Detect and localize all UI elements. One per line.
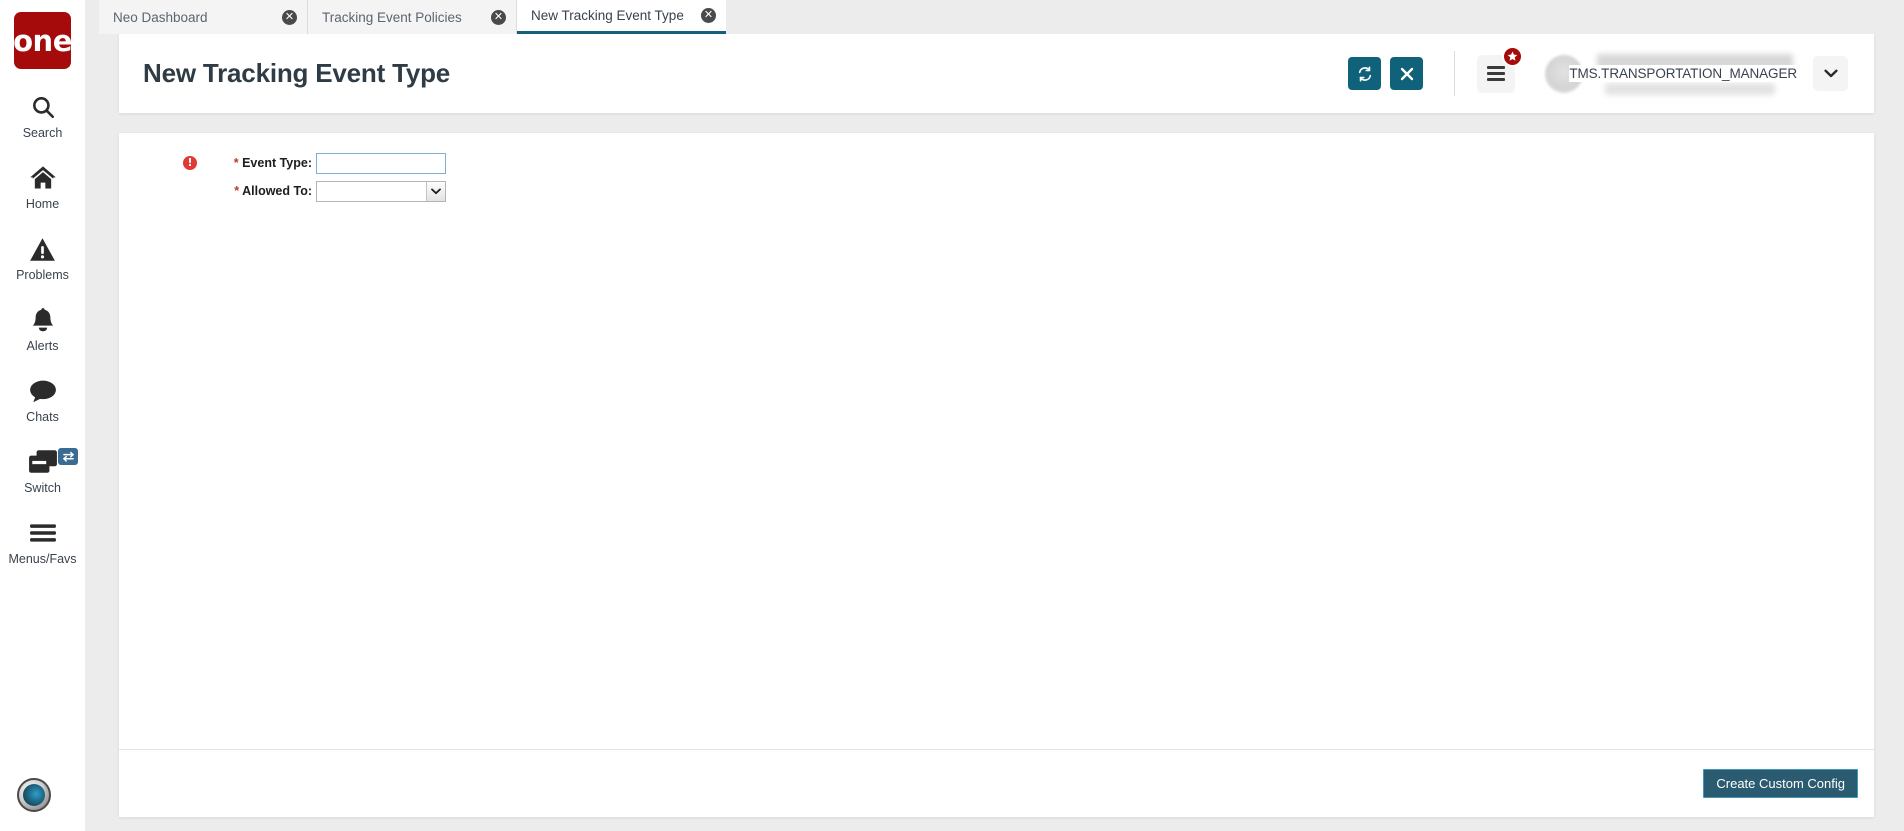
event-type-input[interactable] xyxy=(316,152,446,174)
left-navigation-rail: one Search Home Problems Alerts Chats Sw… xyxy=(0,0,85,831)
sidebar-item-label: Search xyxy=(22,126,63,140)
error-exclamation-icon: ! xyxy=(183,156,197,170)
chat-bubble-icon xyxy=(29,375,57,407)
event-type-label: * Event Type: xyxy=(203,156,316,170)
close-x-icon xyxy=(1400,67,1414,81)
form-row-event-type: ! * Event Type: xyxy=(119,149,1874,177)
sidebar-item-label: Switch xyxy=(24,481,61,495)
tab-bar: Neo Dashboard ✕ Tracking Event Policies … xyxy=(85,0,1904,34)
sidebar-item-chats[interactable]: Chats xyxy=(0,375,85,424)
bell-icon xyxy=(31,304,55,336)
warning-triangle-icon xyxy=(29,233,56,265)
tab-tracking-event-policies[interactable]: Tracking Event Policies ✕ xyxy=(308,0,517,34)
sidebar-item-label: Alerts xyxy=(26,339,59,353)
close-circle-icon[interactable]: ✕ xyxy=(491,9,506,25)
redacted-user-detail-bottom xyxy=(1605,82,1775,95)
close-circle-icon[interactable]: ✕ xyxy=(701,8,716,23)
brand-logo-text: one xyxy=(13,23,72,58)
required-marker: * xyxy=(234,184,240,198)
page-header: New Tracking Event Type TMS.TRANSPORTATI… xyxy=(119,34,1874,113)
sidebar-item-search[interactable]: Search xyxy=(0,91,85,140)
required-marker: * xyxy=(233,156,239,170)
sidebar-item-home[interactable]: Home xyxy=(0,162,85,211)
allowed-to-label: * Allowed To: xyxy=(203,184,316,198)
sidebar-item-label: Chats xyxy=(26,410,59,424)
header-actions: TMS.TRANSPORTATION_MANAGER xyxy=(1339,34,1874,113)
user-menu-button[interactable] xyxy=(1813,56,1848,91)
sidebar-item-menus-favs[interactable]: Menus/Favs xyxy=(0,517,85,566)
search-icon xyxy=(30,91,56,123)
create-custom-config-button[interactable]: Create Custom Config xyxy=(1703,769,1858,798)
hamburger-icon xyxy=(29,517,57,549)
sidebar-item-label: Problems xyxy=(16,268,69,282)
refresh-icon xyxy=(1357,65,1373,82)
chevron-down-icon xyxy=(1823,69,1838,78)
tab-new-tracking-event-type[interactable]: New Tracking Event Type ✕ xyxy=(517,0,726,34)
user-identity: TMS.TRANSPORTATION_MANAGER xyxy=(1569,52,1797,96)
windows-stack-icon xyxy=(28,446,58,478)
brand-logo[interactable]: one xyxy=(13,12,72,69)
field-label-text: Allowed To: xyxy=(242,184,312,198)
user-name: TMS.TRANSPORTATION_MANAGER xyxy=(1569,65,1797,82)
hamburger-menu-icon xyxy=(1487,66,1505,81)
panel-footer: Create Custom Config xyxy=(119,749,1874,817)
content-panel: ! * Event Type: * Allowed To: Create Cus… xyxy=(119,133,1874,817)
sidebar-item-alerts[interactable]: Alerts xyxy=(0,304,85,353)
sidebar-item-label: Menus/Favs xyxy=(8,552,77,566)
home-icon xyxy=(29,162,57,194)
close-page-button[interactable] xyxy=(1390,57,1423,90)
star-icon xyxy=(1502,45,1523,67)
swap-arrows-icon[interactable] xyxy=(58,448,78,465)
sidebar-item-label: Home xyxy=(25,197,60,211)
allowed-to-select[interactable] xyxy=(316,180,446,202)
form-area: ! * Event Type: * Allowed To: xyxy=(119,133,1874,749)
menus-favorites-button[interactable] xyxy=(1477,45,1523,93)
page-title: New Tracking Event Type xyxy=(143,58,451,88)
tab-label: Neo Dashboard xyxy=(113,9,208,25)
tab-label: Tracking Event Policies xyxy=(322,9,462,25)
avatar-image xyxy=(23,784,45,806)
sidebar-item-switch[interactable]: Switch xyxy=(0,446,85,495)
tab-neo-dashboard[interactable]: Neo Dashboard ✕ xyxy=(99,0,308,34)
close-circle-icon[interactable]: ✕ xyxy=(282,9,297,25)
header-divider xyxy=(1454,51,1455,96)
event-type-error-cell: ! xyxy=(119,156,203,170)
tab-label: New Tracking Event Type xyxy=(531,8,684,23)
sidebar-item-problems[interactable]: Problems xyxy=(0,233,85,282)
refresh-button[interactable] xyxy=(1348,57,1381,90)
form-row-allowed-to: * Allowed To: xyxy=(119,177,1874,205)
user-profile-avatar[interactable] xyxy=(17,778,51,812)
allowed-to-select-wrapper xyxy=(316,180,446,202)
field-label-text: Event Type: xyxy=(242,156,312,170)
